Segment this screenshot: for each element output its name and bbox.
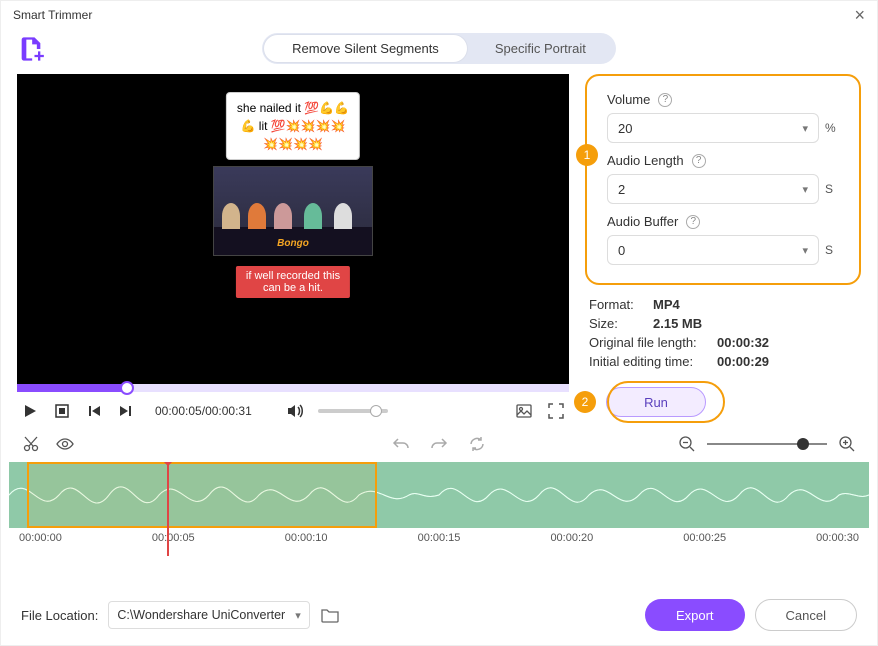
file-location-label: File Location:	[21, 608, 98, 623]
video-caption: if well recorded this can be a hit.	[236, 266, 350, 298]
sticker-line: 💥💥💥💥	[237, 135, 349, 153]
chevron-down-icon: ▾	[802, 244, 808, 257]
preview-column: she nailed it 💯💪💪 💪 lit 💯💥💥💥💥 💥💥💥💥 Bongo	[17, 74, 569, 426]
undo-icon[interactable]	[391, 434, 411, 454]
chevron-down-icon: ▾	[802, 122, 808, 135]
playhead[interactable]	[167, 462, 169, 528]
tick: 00:00:20	[550, 532, 593, 544]
selection-range[interactable]	[27, 462, 377, 528]
volume-unit: %	[825, 121, 839, 135]
settings-column: 1 Volume? 20▾ % Audio Length? 2▾ S	[585, 74, 861, 426]
play-icon[interactable]	[21, 402, 39, 420]
export-button[interactable]: Export	[645, 599, 745, 631]
volume-select[interactable]: 20▾	[607, 113, 819, 143]
format-value: MP4	[653, 297, 680, 312]
footer: File Location: C:\Wondershare UniConvert…	[1, 579, 877, 645]
audio-buffer-select[interactable]: 0▾	[607, 235, 819, 265]
volume-label: Volume	[607, 92, 650, 107]
playback-controls: 00:00:05/00:00:31	[17, 392, 569, 426]
help-icon[interactable]: ?	[658, 93, 672, 107]
cancel-button[interactable]: Cancel	[755, 599, 857, 631]
size-value: 2.15 MB	[653, 316, 702, 331]
audio-buffer-field: Audio Buffer? 0▾ S	[607, 214, 839, 265]
file-meta: Format: MP4 Size: 2.15 MB Original file le…	[585, 285, 861, 369]
help-icon[interactable]: ?	[692, 154, 706, 168]
audio-length-unit: S	[825, 182, 839, 196]
size-label: Size:	[589, 316, 645, 331]
init-time-label: Initial editing time:	[589, 354, 709, 369]
timeline-tools	[1, 426, 877, 462]
audio-buffer-label: Audio Buffer	[607, 214, 678, 229]
topbar: Remove Silent Segments Specific Portrait	[1, 29, 877, 74]
help-icon[interactable]: ?	[686, 215, 700, 229]
zoom-in-icon[interactable]	[837, 434, 857, 454]
mode-segmented-control: Remove Silent Segments Specific Portrait	[262, 33, 616, 64]
run-button[interactable]: Run	[606, 387, 706, 417]
window-title: Smart Trimmer	[13, 8, 92, 22]
chevron-down-icon: ▾	[802, 183, 808, 196]
file-location-value: C:\Wondershare UniConverter	[117, 608, 285, 622]
timecode: 00:00:05/00:00:31	[155, 404, 252, 418]
tab-remove-silent[interactable]: Remove Silent Segments	[264, 35, 467, 62]
overlay-sticker: she nailed it 💯💪💪 💪 lit 💯💥💥💥💥 💥💥💥💥	[226, 92, 360, 160]
tab-specific-portrait[interactable]: Specific Portrait	[467, 35, 614, 62]
sticker-line: she nailed it 💯💪💪	[237, 99, 349, 117]
close-icon[interactable]: ×	[854, 5, 865, 26]
chevron-down-icon: ▾	[295, 609, 301, 622]
step-badge-1: 1	[576, 144, 598, 166]
zoom-slider[interactable]	[707, 443, 827, 445]
seek-bar[interactable]	[17, 384, 569, 392]
snapshot-icon[interactable]	[515, 402, 533, 420]
tick: 00:00:00	[19, 532, 62, 544]
zoom-out-icon[interactable]	[677, 434, 697, 454]
main-row: she nailed it 💯💪💪 💪 lit 💯💥💥💥💥 💥💥💥💥 Bongo	[1, 74, 877, 426]
format-label: Format:	[589, 297, 645, 312]
caption-line: if well recorded this	[246, 270, 340, 282]
audio-length-label: Audio Length	[607, 153, 684, 168]
eye-icon[interactable]	[55, 434, 75, 454]
redo-icon[interactable]	[429, 434, 449, 454]
caption-line: can be a hit.	[246, 282, 340, 294]
tick: 00:00:15	[418, 532, 461, 544]
open-folder-icon[interactable]	[320, 605, 340, 625]
prev-frame-icon[interactable]	[85, 402, 103, 420]
tick: 00:00:05	[152, 532, 195, 544]
file-location-select[interactable]: C:\Wondershare UniConverter ▾	[108, 601, 309, 629]
video-preview[interactable]: she nailed it 💯💪💪 💪 lit 💯💥💥💥💥 💥💥💥💥 Bongo	[17, 74, 569, 384]
audio-length-select[interactable]: 2▾	[607, 174, 819, 204]
titlebar: Smart Trimmer ×	[1, 1, 877, 29]
app-logo-icon	[17, 35, 45, 63]
waveform-timeline[interactable]	[9, 462, 869, 528]
step-badge-2: 2	[574, 391, 596, 413]
init-time-value: 00:00:29	[717, 354, 769, 369]
time-ruler: 00:00:00 00:00:05 00:00:10 00:00:15 00:0…	[9, 528, 869, 560]
fullscreen-icon[interactable]	[547, 402, 565, 420]
volume-slider[interactable]	[318, 409, 388, 413]
parameters-panel: 1 Volume? 20▾ % Audio Length? 2▾ S	[585, 74, 861, 285]
run-group: 2 Run	[585, 387, 861, 417]
cut-icon[interactable]	[21, 434, 41, 454]
sticker-line: 💪 lit 💯💥💥💥💥	[237, 117, 349, 135]
refresh-icon[interactable]	[467, 434, 487, 454]
video-thumbnail: Bongo	[213, 166, 373, 256]
orig-length-label: Original file length:	[589, 335, 709, 350]
app-window: Smart Trimmer × Remove Silent Segments S…	[0, 0, 878, 646]
video-logo-text: Bongo	[277, 238, 309, 249]
tick: 00:00:30	[816, 532, 859, 544]
tick: 00:00:25	[683, 532, 726, 544]
volume-icon[interactable]	[286, 402, 304, 420]
tick: 00:00:10	[285, 532, 328, 544]
stop-icon[interactable]	[53, 402, 71, 420]
next-frame-icon[interactable]	[117, 402, 135, 420]
audio-buffer-unit: S	[825, 243, 839, 257]
audio-length-field: Audio Length? 2▾ S	[607, 153, 839, 204]
orig-length-value: 00:00:32	[717, 335, 769, 350]
volume-field: Volume? 20▾ %	[607, 92, 839, 143]
